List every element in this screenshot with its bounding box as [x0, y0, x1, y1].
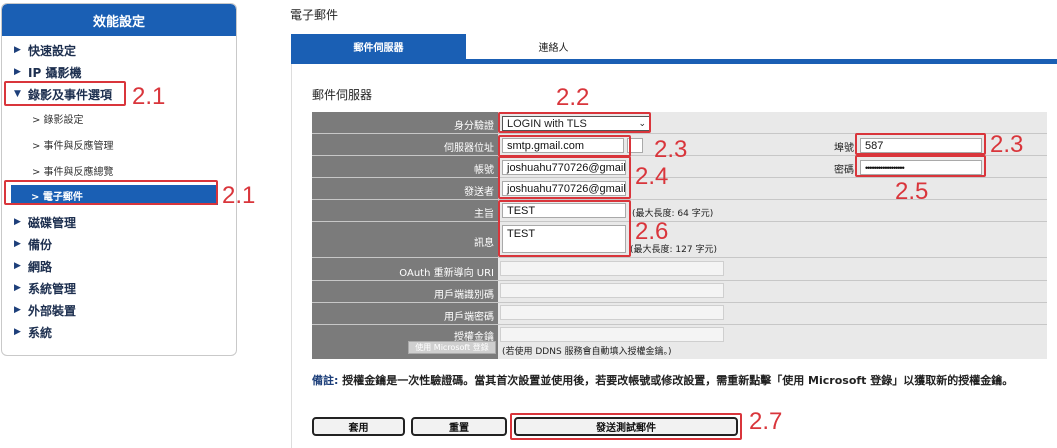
sidebar-item-system[interactable]: ▶ 系統 [14, 324, 52, 340]
sidebar-item-ip-camera[interactable]: ▶ IP 攝影機 [14, 64, 81, 80]
label-port: 埠號 [834, 143, 854, 154]
annotation-label: 2.4 [635, 163, 669, 190]
label-subject: 主旨 [474, 209, 494, 220]
note-prefix: 備註: [312, 374, 339, 387]
message-textarea[interactable]: TEST [502, 225, 626, 253]
caret-right-icon: ▶ [14, 67, 21, 77]
sidebar-subitem-event-management[interactable]: > 事件與反應管理 [32, 137, 114, 152]
row-divider [312, 199, 1047, 200]
label-server: 伺服器位址 [444, 143, 494, 154]
auth-key-hint: (若使用 DDNS 服務會自動填入授權金鑰。) [502, 347, 672, 357]
sender-input[interactable]: joshuahu770726@gmail.com [502, 181, 626, 196]
account-input[interactable]: joshuahu770726@gmail.co [502, 160, 626, 175]
label-sender: 發送者 [464, 187, 494, 198]
row-divider [312, 133, 1047, 134]
password-input[interactable]: •••••••••••••••••• [860, 160, 982, 175]
label-auth: 身分驗證 [454, 121, 494, 132]
client-secret-input[interactable] [500, 305, 724, 320]
annotation-label: 2.3 [654, 136, 688, 163]
caret-right-icon: ▶ [14, 239, 21, 249]
tab-contacts[interactable]: 連絡人 [466, 34, 641, 59]
annotation-label: 2.6 [635, 218, 669, 245]
row-divider [312, 177, 1047, 178]
microsoft-login-button[interactable]: 使用 Microsoft 登錄 [408, 341, 496, 354]
sidebar-item-recording-events[interactable]: ▼ 錄影及事件選項 [14, 86, 112, 102]
label-client-secret: 用戶端密碼 [444, 312, 494, 323]
caret-right-icon: ▶ [14, 327, 21, 337]
sidebar-header: 效能設定 [2, 4, 236, 36]
sidebar-item-network[interactable]: ▶ 網路 [14, 258, 52, 274]
row-divider [312, 221, 1047, 222]
tab-bar: 郵件伺服器 連絡人 [291, 34, 1057, 64]
caret-right-icon: ▶ [14, 261, 21, 271]
auth-key-input[interactable] [500, 327, 724, 342]
annotation-label: 2.1 [222, 182, 256, 209]
caret-right-icon: ▶ [14, 45, 21, 55]
oauth-uri-input[interactable] [500, 261, 724, 276]
sidebar-item-external-devices[interactable]: ▶ 外部裝置 [14, 302, 76, 318]
section-title: 郵件伺服器 [312, 88, 373, 102]
sidebar-item-quick-setup[interactable]: ▶ 快速設定 [14, 42, 76, 58]
caret-right-icon: ▶ [14, 217, 21, 227]
row-divider [312, 324, 1047, 325]
row-divider [312, 257, 1047, 258]
label-client-id: 用戶端識別碼 [434, 290, 494, 301]
sidebar-subitem-recording[interactable]: > 錄影設定 [32, 111, 84, 126]
label-message: 訊息 [474, 238, 494, 249]
annotation-label: 2.1 [132, 83, 166, 110]
sidebar-item-disk[interactable]: ▶ 磁碟管理 [14, 214, 76, 230]
auth-select[interactable]: LOGIN with TLS ⌄ [502, 116, 650, 131]
client-id-input[interactable] [500, 283, 724, 298]
annotation-label: 2.2 [556, 84, 590, 111]
sidebar-item-system-admin[interactable]: ▶ 系統管理 [14, 280, 76, 296]
port-input[interactable]: 587 [860, 138, 982, 153]
apply-button[interactable]: 套用 [312, 417, 405, 436]
label-account: 帳號 [474, 165, 494, 176]
label-password: 密碼 [834, 165, 854, 176]
page-title: 電子郵件 [290, 8, 339, 22]
reset-button[interactable]: 重置 [411, 417, 507, 436]
send-test-email-button[interactable]: 發送測試郵件 [514, 417, 738, 436]
server-input[interactable]: smtp.gmail.com [502, 138, 624, 153]
row-divider [312, 302, 1047, 303]
annotation-label: 2.3 [990, 131, 1024, 158]
sidebar: 效能設定 ▶ 快速設定 ▶ IP 攝影機 ▼ 錄影及事件選項 > 錄影設定 > 事件與… [1, 3, 237, 356]
annotation-label: 2.7 [749, 408, 783, 435]
sidebar-item-backup[interactable]: ▶ 備份 [14, 236, 52, 252]
caret-right-icon: ▶ [14, 305, 21, 315]
row-divider [312, 280, 1047, 281]
label-oauth-uri: OAuth 重新導向 URI [399, 268, 494, 279]
caret-down-icon: ▼ [14, 89, 21, 99]
note-text: 備註: 授權金鑰是一次性驗證碼。當其首次設置並使用後，若要改帳號或修改設置，需重… [312, 374, 1014, 387]
sidebar-subitem-email[interactable]: > 電子郵件 [11, 185, 218, 205]
chevron-down-icon: ⌄ [638, 118, 646, 128]
sidebar-subitem-event-overview[interactable]: > 事件與反應總覽 [32, 163, 114, 178]
subject-input[interactable]: TEST [502, 203, 626, 218]
tab-mail-server[interactable]: 郵件伺服器 [291, 34, 466, 59]
server-input-extra[interactable] [627, 138, 643, 153]
annotation-label: 2.5 [895, 178, 929, 205]
caret-right-icon: ▶ [14, 283, 21, 293]
